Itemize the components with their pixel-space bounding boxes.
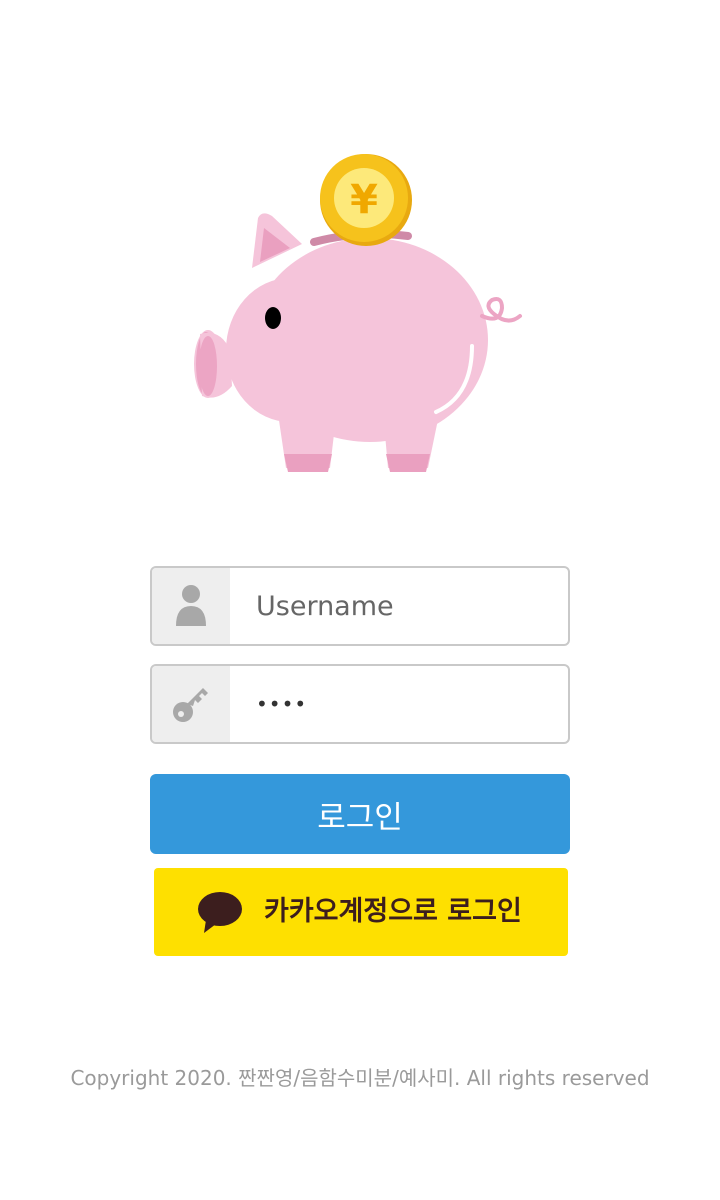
kakao-login-label: 카카오계정으로 로그인 xyxy=(264,896,522,927)
copyright-text: Copyright 2020. 짠짠영/음함수미분/예사미. All right… xyxy=(70,1066,650,1090)
username-field xyxy=(150,566,570,646)
username-input[interactable] xyxy=(230,568,568,644)
username-icon-cell xyxy=(152,568,230,644)
key-icon xyxy=(173,688,208,722)
coin-icon: ¥ xyxy=(320,154,412,246)
user-icon xyxy=(176,585,206,626)
password-field xyxy=(150,664,570,744)
password-input[interactable] xyxy=(230,666,568,742)
piggy-bank-logo: ¥ xyxy=(194,154,522,472)
coin-symbol: ¥ xyxy=(350,177,378,223)
login-button[interactable]: 로그인 xyxy=(150,774,570,854)
kakao-login-button[interactable]: 카카오계정으로 로그인 xyxy=(154,868,568,956)
password-icon-cell xyxy=(152,666,230,742)
kakao-speech-bubble-icon xyxy=(198,892,242,933)
